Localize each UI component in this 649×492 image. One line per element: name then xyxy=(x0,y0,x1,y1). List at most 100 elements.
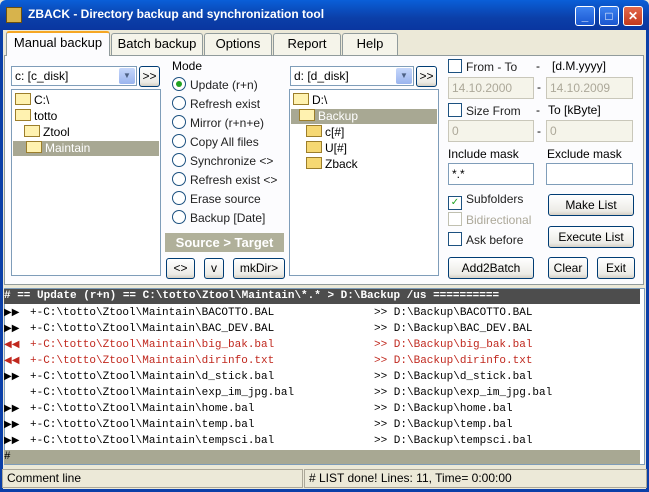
mode-title: Mode xyxy=(172,59,203,73)
log-target-path: >> D:\Backup\BAC_DEV.BAL xyxy=(374,323,533,335)
dash-label: - xyxy=(536,103,540,117)
log-row[interactable]: +-C:\totto\Ztool\Maintain\exp_im_jpg.bal… xyxy=(4,385,636,401)
folder-open-icon xyxy=(299,109,315,121)
mode-option-synchronize[interactable]: Synchronize <> xyxy=(172,153,273,168)
direction-label: Source > Target xyxy=(165,233,284,252)
source-folder-tree[interactable]: C:\ totto Ztool Maintain xyxy=(11,89,161,276)
date-filter-checkbox[interactable]: From - To xyxy=(448,59,517,74)
tab-report[interactable]: Report xyxy=(273,33,341,55)
source-drive-select[interactable]: c: [c_disk] ▼ xyxy=(11,66,137,86)
log-target-path: >> D:\Backup\big_bak.bal xyxy=(374,339,533,351)
arrow-right-icon: ▶▶ xyxy=(4,371,20,382)
folder-icon xyxy=(306,125,322,137)
log-source-path: +-C:\totto\Ztool\Maintain\temp.bal xyxy=(30,419,255,431)
exclude-mask-input[interactable] xyxy=(546,163,633,185)
folder-icon xyxy=(306,157,322,169)
checkbox-icon xyxy=(448,59,462,73)
tree-item-selected[interactable]: Backup xyxy=(291,109,437,124)
execute-list-button[interactable]: Execute List xyxy=(548,226,634,248)
make-list-button[interactable]: Make List xyxy=(548,194,634,216)
size-from-field[interactable]: 0 xyxy=(448,120,534,142)
date-format-label: [d.M.yyyy] xyxy=(552,59,607,73)
tree-item[interactable]: totto xyxy=(15,109,57,124)
radio-icon xyxy=(172,115,186,129)
date-to-field[interactable]: 14.10.2009 xyxy=(546,77,633,99)
checkbox-icon xyxy=(448,232,462,246)
mode-option-mirror[interactable]: Mirror (r+n+e) xyxy=(172,115,264,130)
tree-item[interactable]: Zback xyxy=(306,157,358,172)
log-row[interactable]: ▶▶ +-C:\totto\Ztool\Maintain\temp.bal >> D… xyxy=(4,417,636,433)
exit-button[interactable]: Exit xyxy=(597,257,635,279)
log-row[interactable]: ▶▶ +-C:\totto\Ztool\Maintain\home.bal >> D… xyxy=(4,401,636,417)
mode-option-copy-all[interactable]: Copy All files xyxy=(172,134,259,149)
tree-item[interactable]: c[#] xyxy=(306,125,344,140)
tab-options[interactable]: Options xyxy=(204,33,272,55)
close-button[interactable]: ✕ xyxy=(623,6,643,26)
tree-item[interactable]: Ztool xyxy=(24,125,70,140)
date-from-field[interactable]: 14.10.2000 xyxy=(448,77,534,99)
size-to-field[interactable]: 0 xyxy=(546,120,633,142)
tab-batch-backup[interactable]: Batch backup xyxy=(111,33,203,55)
clear-button[interactable]: Clear xyxy=(548,257,588,279)
maximize-button[interactable]: □ xyxy=(599,6,619,26)
log-row[interactable]: ▶▶ +-C:\totto\Ztool\Maintain\tempsci.bal >… xyxy=(4,433,636,449)
target-folder-tree[interactable]: D:\ Backup c[#] U[#] Zback xyxy=(289,89,439,276)
log-target-path: >> D:\Backup\exp_im_jpg.bal xyxy=(374,387,553,399)
folder-open-icon xyxy=(15,109,31,121)
checkbox-icon xyxy=(448,212,462,226)
dash-label: - xyxy=(536,59,540,73)
log-row[interactable]: ▶▶ +-C:\totto\Ztool\Maintain\BAC_DEV.BAL >… xyxy=(4,321,636,337)
mkdir-button[interactable]: mkDir> xyxy=(233,258,285,279)
log-footer: # xyxy=(4,450,640,464)
minimize-button[interactable]: _ xyxy=(575,6,595,26)
swap-button[interactable]: <> xyxy=(166,258,195,279)
add2batch-button[interactable]: Add2Batch xyxy=(448,257,534,279)
source-go-button[interactable]: >> xyxy=(139,66,160,87)
folder-icon xyxy=(306,141,322,153)
app-icon xyxy=(6,7,22,23)
log-row[interactable]: ▶▶ +-C:\totto\Ztool\Maintain\d_stick.bal >… xyxy=(4,369,636,385)
tree-item[interactable]: C:\ xyxy=(15,93,49,108)
down-button[interactable]: v xyxy=(204,258,224,279)
log-row[interactable]: ▶▶ +-C:\totto\Ztool\Maintain\BACOTTO.BAL >… xyxy=(4,305,636,321)
size-filter-checkbox[interactable]: Size From xyxy=(448,103,521,118)
log-source-path: +-C:\totto\Ztool\Maintain\BAC_DEV.BAL xyxy=(30,323,275,335)
tab-help[interactable]: Help xyxy=(342,33,398,55)
radio-icon xyxy=(172,96,186,110)
mode-option-backup-date[interactable]: Backup [Date] xyxy=(172,210,265,225)
target-go-button[interactable]: >> xyxy=(416,66,437,87)
include-mask-label: Include mask xyxy=(448,147,519,161)
folder-open-icon xyxy=(15,93,31,105)
checkmark-icon: ✓ xyxy=(448,196,462,210)
target-drive-value: d: [d_disk] xyxy=(294,69,349,83)
log-source-path: +-C:\totto\Ztool\Maintain\tempsci.bal xyxy=(30,435,275,447)
mode-option-refresh-exist-both[interactable]: Refresh exist <> xyxy=(172,172,277,187)
window-title: ZBACK - Directory backup and synchroniza… xyxy=(28,7,325,21)
arrow-left-icon: ◀◀ xyxy=(4,339,20,350)
size-unit-label: To [kByte] xyxy=(548,103,601,117)
subfolders-checkbox[interactable]: ✓ Subfolders xyxy=(448,192,523,210)
arrow-right-icon: ▶▶ xyxy=(4,323,20,334)
tree-item-selected[interactable]: Maintain xyxy=(13,141,159,156)
log-source-path: +-C:\totto\Ztool\Maintain\exp_im_jpg.bal xyxy=(30,387,295,399)
mode-option-refresh[interactable]: Refresh exist xyxy=(172,96,260,111)
comment-status: Comment line xyxy=(2,469,303,488)
log-row[interactable]: ◀◀ +-C:\totto\Ztool\Maintain\big_bak.bal >… xyxy=(4,337,636,353)
arrow-right-icon: ▶▶ xyxy=(4,307,20,318)
tab-manual-backup[interactable]: Manual backup xyxy=(6,31,110,56)
log-target-path: >> D:\Backup\temp.bal xyxy=(374,419,513,431)
mode-option-update[interactable]: Update (r+n) xyxy=(172,77,258,92)
folder-open-icon xyxy=(26,141,42,153)
ask-before-checkbox[interactable]: Ask before xyxy=(448,232,523,247)
chevron-down-icon: ▼ xyxy=(119,68,135,84)
log-row[interactable]: ◀◀ +-C:\totto\Ztool\Maintain\dirinfo.txt >… xyxy=(4,353,636,369)
result-status: # LIST done! Lines: 11, Time= 0:00:00 xyxy=(304,469,647,488)
mode-option-erase-source[interactable]: Erase source xyxy=(172,191,261,206)
bidirectional-checkbox[interactable]: Bidirectional xyxy=(448,212,531,227)
tree-item[interactable]: D:\ xyxy=(293,93,327,108)
include-mask-input[interactable]: *.* xyxy=(448,163,534,185)
tree-item[interactable]: U[#] xyxy=(306,141,347,156)
folder-open-icon xyxy=(24,125,40,137)
target-drive-select[interactable]: d: [d_disk] ▼ xyxy=(290,66,414,86)
folder-open-icon xyxy=(293,93,309,105)
